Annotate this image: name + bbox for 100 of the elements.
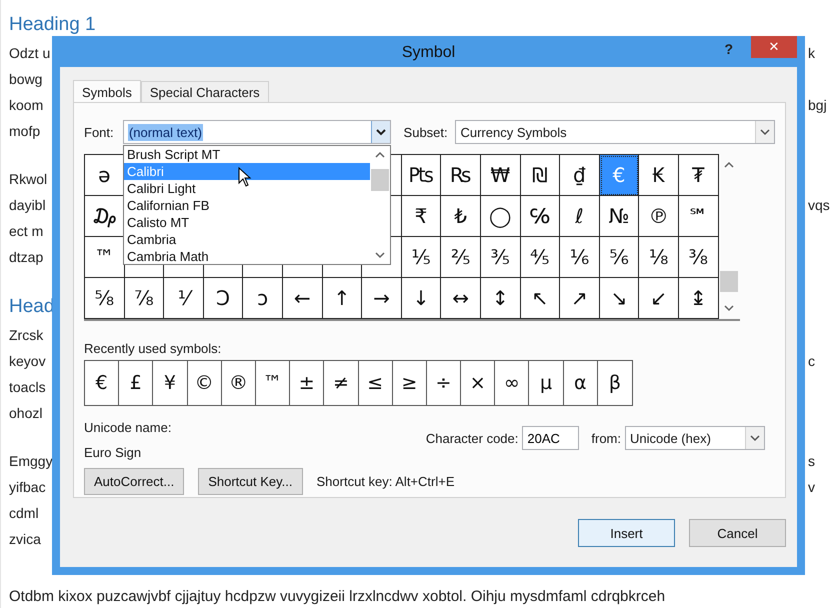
document-text: cdml <box>9 505 39 521</box>
symbol-cell[interactable]: ⅗ <box>480 237 521 278</box>
recent-label: Recently used symbols: <box>84 341 222 356</box>
symbol-cell[interactable]: ₨ <box>441 155 481 196</box>
chevron-down-icon <box>723 303 736 313</box>
recent-symbol[interactable]: µ <box>529 361 564 405</box>
from-dropdown[interactable]: Unicode (hex) <box>625 426 765 450</box>
font-option[interactable]: Cambria Math <box>124 248 370 265</box>
recent-symbol[interactable]: ≤ <box>358 361 393 405</box>
document-text: Zrcsk <box>9 327 44 343</box>
document-text: koom <box>9 97 44 113</box>
symbol-cell[interactable]: ⅘ <box>520 237 560 278</box>
chevron-up-icon <box>723 160 736 170</box>
recent-symbol[interactable]: ≠ <box>324 361 358 405</box>
symbol-cell[interactable]: ↄ <box>243 278 283 319</box>
shortcut-text: Shortcut key: Alt+Ctrl+E <box>316 474 455 489</box>
dialog-button[interactable]: AutoCorrect... <box>84 468 184 495</box>
recent-symbol[interactable]: α <box>564 361 598 405</box>
chevron-down-icon <box>755 121 774 143</box>
symbol-cell[interactable]: ↔ <box>441 278 481 319</box>
symbol-cell[interactable]: ↖ <box>520 278 560 319</box>
font-dropdown[interactable]: (normal text) <box>122 120 391 144</box>
recent-symbol[interactable]: × <box>461 361 496 405</box>
document-text: Otdbm kixox puzcawjvbf cjjajtuy hcdpzw vuvygizeii lrzxlncdwv xobtol. Oihju mysdmfaml cdrqbkrceh <box>9 588 666 607</box>
symbol-cell[interactable]: ₪ <box>520 155 560 196</box>
document-text: Rkwol <box>9 171 48 187</box>
symbol-cell[interactable]: ↓ <box>402 278 442 319</box>
symbol-cell[interactable]: ₹ <box>402 196 442 237</box>
recent-symbol[interactable]: ¥ <box>153 361 188 405</box>
document-text: keyov <box>9 353 46 369</box>
document-text: vqs <box>808 197 831 213</box>
symbol-cell[interactable]: ℠ <box>678 196 718 237</box>
character-code-field[interactable]: 20AC <box>522 426 580 450</box>
document-text: dayibl <box>9 197 46 213</box>
symbol-cell[interactable]: ə <box>85 155 125 196</box>
unicode-name-label: Unicode name: <box>84 420 172 435</box>
symbol-cell[interactable]: ⅝ <box>85 278 125 319</box>
symbol-cell[interactable]: № <box>600 196 640 237</box>
symbol-cell[interactable]: ₮ <box>678 155 718 196</box>
symbol-cell[interactable]: ◯ <box>480 196 521 237</box>
recent-symbol[interactable]: ± <box>290 361 324 405</box>
symbol-cell[interactable]: ⅟ <box>164 278 204 319</box>
symbol-cell[interactable]: ⅜ <box>678 237 718 278</box>
symbol-cell[interactable]: ™ <box>85 237 125 278</box>
recent-symbol[interactable]: ∞ <box>495 361 530 405</box>
document-text: zvica <box>9 531 41 547</box>
dialog-button[interactable]: Insert <box>578 519 675 547</box>
symbol-cell[interactable]: ⅞ <box>124 278 164 319</box>
recent-symbol[interactable]: ÷ <box>426 361 462 405</box>
symbol-cell[interactable]: ₫ <box>560 155 600 196</box>
symbol-cell[interactable]: ₧ <box>402 155 442 196</box>
chevron-up-icon <box>374 150 386 160</box>
symbol-cell[interactable]: ⅖ <box>441 237 481 278</box>
subset-dropdown[interactable]: Currency Symbols <box>455 120 775 144</box>
recent-symbol[interactable]: £ <box>119 361 154 405</box>
symbol-cell[interactable]: ₭ <box>639 155 679 196</box>
symbol-cell[interactable]: ↗ <box>560 278 600 319</box>
chevron-down-icon <box>374 250 386 260</box>
symbol-cell[interactable]: ⅕ <box>402 237 442 278</box>
window-title: Symbol <box>402 44 456 62</box>
font-option[interactable]: Brush Script MT <box>124 146 370 163</box>
symbol-cell[interactable]: ⅙ <box>560 237 600 278</box>
symbol-cell[interactable]: ↕ <box>480 278 521 319</box>
dialog-button[interactable]: Cancel <box>689 519 786 547</box>
recent-symbol[interactable]: © <box>188 361 222 405</box>
symbol-cell[interactable]: ↘ <box>600 278 640 319</box>
recent-symbol[interactable]: ≥ <box>392 361 427 405</box>
scrollbar-thumb[interactable] <box>720 271 738 292</box>
recent-symbol[interactable]: € <box>85 361 120 405</box>
document-text: mofp <box>9 123 40 139</box>
symbol-cell[interactable]: ↙ <box>639 278 679 319</box>
font-option[interactable]: Cambria <box>124 231 370 248</box>
help-button[interactable]: ? <box>718 39 739 59</box>
chevron-down-icon <box>370 121 390 143</box>
symbol-cell[interactable]: ⅛ <box>639 237 679 278</box>
font-option[interactable]: Calisto MT <box>124 214 370 231</box>
recent-symbol[interactable]: ® <box>222 361 256 405</box>
symbol-cell[interactable]: ₩ <box>480 155 521 196</box>
recent-symbol[interactable]: ™ <box>256 361 290 405</box>
font-option[interactable]: Californian FB <box>124 197 370 214</box>
symbol-cell[interactable]: ← <box>282 278 323 319</box>
symbol-cell[interactable]: ℓ <box>560 196 600 237</box>
symbol-cell[interactable]: → <box>362 278 402 319</box>
tab[interactable]: Special Characters <box>140 81 269 102</box>
symbol-cell[interactable]: ₯ <box>85 196 125 237</box>
scrollbar-thumb[interactable] <box>371 169 389 191</box>
symbol-cell[interactable]: Ↄ <box>204 278 244 319</box>
symbol-cell[interactable]: ⅚ <box>600 237 640 278</box>
dialog-button[interactable]: Shortcut Key... <box>198 468 302 495</box>
symbol-cell[interactable]: ℅ <box>520 196 560 237</box>
tab[interactable]: Symbols <box>73 80 141 103</box>
font-option[interactable]: Calibri Light <box>124 180 370 197</box>
document-text: bgj <box>808 97 828 113</box>
symbol-cell[interactable]: ↑ <box>322 278 362 319</box>
close-button[interactable]: ✕ <box>751 36 797 58</box>
symbol-cell[interactable]: ₺ <box>441 196 481 237</box>
symbol-cell[interactable]: ℗ <box>639 196 679 237</box>
document-text: toacls <box>9 379 46 395</box>
recent-symbol[interactable]: β <box>598 361 632 405</box>
symbol-cell[interactable]: ↨ <box>678 278 718 319</box>
